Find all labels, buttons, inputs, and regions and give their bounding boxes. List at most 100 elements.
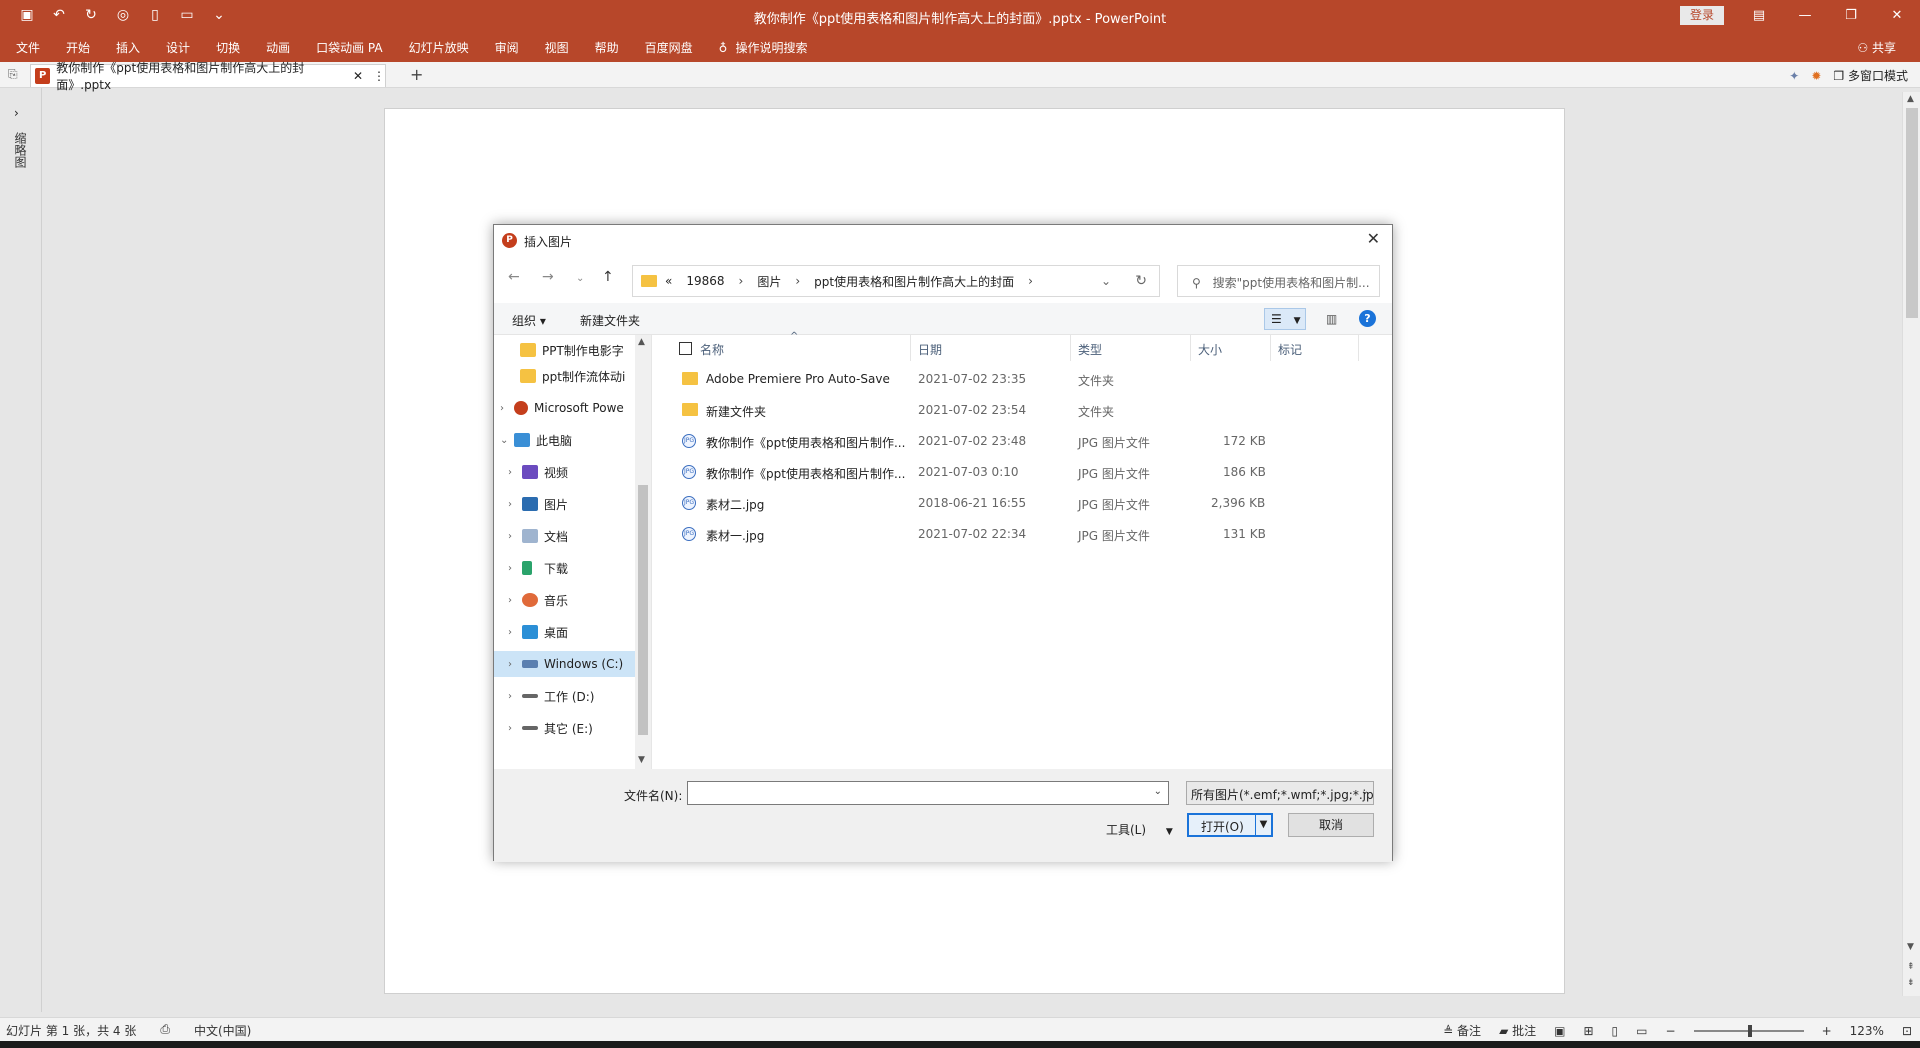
chevron-right-icon[interactable]: › [508, 467, 522, 478]
search-input[interactable]: ⚲ 搜索"ppt使用表格和图片制... [1177, 265, 1380, 297]
file-row[interactable]: JPG 素材一.jpg 2021-07-02 22:34 JPG 图片文件 13… [652, 521, 1392, 547]
scroll-thumb[interactable] [638, 485, 648, 735]
chevron-down-icon[interactable]: ⌄ [1361, 786, 1369, 797]
ribbon-display-icon[interactable]: ▤ [1736, 0, 1782, 32]
scroll-down-icon[interactable]: ▼ [638, 755, 645, 765]
chevron-right-icon[interactable]: › [508, 563, 522, 574]
minimize-icon[interactable]: — [1782, 0, 1828, 32]
tab-pocket-animation[interactable]: 口袋动画 PA [316, 39, 383, 56]
column-tags[interactable]: 标记 [1278, 341, 1302, 358]
breadcrumb-user[interactable]: 19868 [686, 274, 724, 288]
scroll-down-icon[interactable]: ▼ [1907, 942, 1914, 952]
zoom-out-icon[interactable]: − [1666, 1024, 1676, 1038]
tab-home[interactable]: 开始 [66, 39, 90, 56]
tab-help[interactable]: 帮助 [595, 39, 619, 56]
new-tab-icon[interactable]: + [410, 65, 423, 84]
chevron-right-icon[interactable]: › [508, 627, 522, 638]
tab-baidu-netdisk[interactable]: 百度网盘 [645, 39, 693, 56]
view-dropdown-icon[interactable]: ▼ [1294, 316, 1301, 326]
scroll-up-icon[interactable]: ▲ [638, 337, 645, 347]
accessibility-icon[interactable]: ⎙ [160, 1022, 170, 1039]
breadcrumb-pictures[interactable]: 图片 [757, 273, 781, 290]
fit-to-window-icon[interactable]: ⊡ [1902, 1024, 1912, 1038]
tell-me-search[interactable]: 操作说明搜索 [735, 39, 807, 56]
tree-item-videos[interactable]: › 视频 [508, 459, 636, 485]
chevron-right-icon[interactable]: › [508, 595, 522, 606]
tab-view[interactable]: 视图 [545, 39, 569, 56]
address-dropdown-icon[interactable]: ⌄ [1101, 274, 1111, 288]
column-date[interactable]: 日期 [918, 341, 942, 358]
open-dropdown-icon[interactable]: ▼ [1255, 815, 1271, 835]
settings-gear-icon[interactable]: ✹ [1811, 69, 1821, 83]
address-bar[interactable]: « 19868 › 图片 › ppt使用表格和图片制作高大上的封面 › ⌄ ↻ [632, 265, 1160, 297]
select-all-checkbox[interactable] [679, 342, 692, 355]
tree-item-folder[interactable]: ppt制作流体动i [506, 363, 636, 389]
tree-item-drive-e[interactable]: › 其它 (E:) [508, 715, 636, 741]
tab-list-icon[interactable]: ⎘ [8, 67, 18, 82]
dialog-close-icon[interactable]: ✕ [1367, 229, 1380, 248]
column-name[interactable]: 名称 [700, 341, 724, 358]
tree-item-drive-d[interactable]: › 工作 (D:) [508, 683, 636, 709]
tree-item-drive-c[interactable]: › Windows (C:) [494, 651, 635, 677]
login-button[interactable]: 登录 [1680, 6, 1724, 25]
slide-sorter-icon[interactable]: ⊞ [1583, 1024, 1593, 1038]
filename-input[interactable]: ⌄ [687, 781, 1169, 805]
zoom-level[interactable]: 123% [1850, 1024, 1884, 1038]
tab-menu-icon[interactable]: ⋮ [373, 69, 385, 83]
chevron-right-icon[interactable]: › [508, 531, 522, 542]
tab-review[interactable]: 审阅 [495, 39, 519, 56]
back-arrow-icon[interactable]: ← [508, 269, 520, 285]
chevron-right-icon[interactable]: › [508, 723, 522, 734]
tab-transitions[interactable]: 切换 [216, 39, 240, 56]
chevron-right-icon[interactable]: › [739, 274, 744, 288]
organize-button[interactable]: 组织 ▾ [512, 312, 546, 329]
chevron-right-icon[interactable]: › [508, 691, 522, 702]
vertical-scrollbar[interactable]: ▲ ▼ ⇞ ⇟ [1902, 92, 1920, 996]
prev-slide-icon[interactable]: ⇞ [1907, 962, 1915, 972]
tab-animations[interactable]: 动画 [266, 39, 290, 56]
reading-view-icon[interactable]: ▯ [1612, 1024, 1619, 1038]
tree-item-pictures[interactable]: › 图片 [508, 491, 636, 517]
breadcrumb-folder[interactable]: ppt使用表格和图片制作高大上的封面 [814, 273, 1014, 290]
tree-item-folder[interactable]: PPT制作电影字 [506, 337, 636, 363]
next-slide-icon[interactable]: ⇟ [1907, 978, 1915, 988]
chevron-right-icon[interactable]: › [500, 403, 514, 414]
file-row[interactable]: JPG 教你制作《ppt使用表格和图片制作... 2021-07-03 0:10… [652, 459, 1392, 485]
file-row[interactable]: JPG 教你制作《ppt使用表格和图片制作... 2021-07-02 23:4… [652, 428, 1392, 454]
chevron-right-icon[interactable]: › [795, 274, 800, 288]
up-arrow-icon[interactable]: ↑ [602, 269, 614, 285]
tree-item-music[interactable]: › 音乐 [508, 587, 636, 613]
chevron-right-icon[interactable]: › [1028, 274, 1033, 288]
file-type-filter[interactable]: 所有图片(*.emf;*.wmf;*.jpg;*.jp ⌄ [1186, 781, 1374, 805]
tab-slideshow[interactable]: 幻灯片放映 [409, 39, 469, 56]
multiwindow-button[interactable]: ❐ 多窗口模式 [1833, 67, 1908, 84]
tab-file[interactable]: 文件 [16, 39, 40, 56]
help-icon[interactable]: ? [1359, 310, 1376, 327]
tree-item-desktop[interactable]: › 桌面 [508, 619, 636, 645]
new-folder-button[interactable]: 新建文件夹 [580, 312, 640, 329]
comments-button[interactable]: ▰ 批注 [1499, 1022, 1536, 1039]
tab-design[interactable]: 设计 [166, 39, 190, 56]
expand-thumbnails-icon[interactable]: › [14, 106, 19, 120]
restore-icon[interactable]: ❐ [1828, 0, 1874, 32]
tree-item-this-pc[interactable]: ⌄ 此电脑 [500, 427, 636, 453]
column-size[interactable]: 大小 [1198, 341, 1222, 358]
zoom-in-icon[interactable]: + [1822, 1024, 1832, 1038]
file-row[interactable]: 新建文件夹 2021-07-02 23:54 文件夹 [652, 397, 1392, 423]
forward-arrow-icon[interactable]: → [542, 269, 554, 285]
recent-locations-icon[interactable]: ⌄ [576, 273, 584, 284]
share-button[interactable]: ⚇ 共享 [1857, 39, 1896, 56]
language-indicator[interactable]: 中文(中国) [194, 1022, 251, 1039]
file-row[interactable]: Adobe Premiere Pro Auto-Save 2021-07-02 … [652, 366, 1392, 392]
scroll-up-icon[interactable]: ▲ [1907, 94, 1914, 104]
chevron-down-icon[interactable]: ⌄ [500, 435, 514, 446]
tree-item-documents[interactable]: › 文档 [508, 523, 636, 549]
slideshow-icon[interactable]: ▭ [1636, 1024, 1647, 1038]
chevron-right-icon[interactable]: › [508, 499, 522, 510]
tab-insert[interactable]: 插入 [116, 39, 140, 56]
refresh-icon[interactable]: ↻ [1135, 273, 1147, 289]
normal-view-icon[interactable]: ▣ [1554, 1024, 1565, 1038]
zoom-slider[interactable] [1693, 1024, 1804, 1037]
chevron-right-icon[interactable]: › [508, 659, 522, 670]
file-row[interactable]: JPG 素材二.jpg 2018-06-21 16:55 JPG 图片文件 2,… [652, 490, 1392, 516]
